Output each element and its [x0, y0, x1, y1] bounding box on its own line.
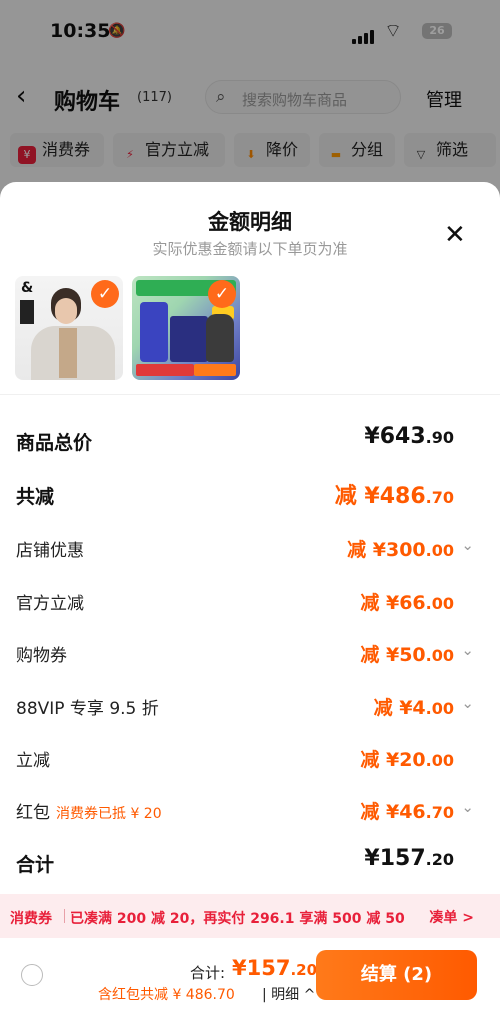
total-value: ¥157.20 — [232, 956, 317, 980]
row-label-text: 红包 — [16, 803, 50, 823]
row-label: 88VIP 专享 9.5 折 — [16, 699, 159, 719]
amount-dec: .00 — [425, 646, 454, 665]
row-amount: ¥643.90 — [364, 424, 454, 449]
sheet-subtitle: 实际优惠金额请以下单页为准 — [152, 240, 348, 258]
brand-logo: & — [21, 280, 34, 296]
product-image-shirt — [59, 328, 77, 378]
amount-dec: .70 — [425, 488, 454, 507]
row-amount: 减 ¥50.00 — [360, 640, 454, 667]
savings-text: 含红包共减 ¥ 486.70 — [98, 987, 235, 1003]
close-icon[interactable]: ✕ — [444, 222, 466, 248]
row-amount: 减 ¥66.00 — [360, 588, 454, 615]
product-can-graphic — [140, 302, 168, 362]
row-label: 店铺优惠 — [16, 541, 84, 561]
row-label: 共减 — [16, 486, 55, 508]
selected-check-icon: ✓ — [208, 280, 236, 308]
sheet-title: 金额明细 — [208, 210, 292, 234]
row-shopping-coupon[interactable]: 购物券 减 ¥50.00 ⌄ — [0, 633, 500, 673]
amount-dec: .70 — [425, 803, 454, 822]
coupon-promo-bar[interactable]: 消费券 已凑满 200 减 20，再实付 296.1 享满 500 减 50 凑… — [0, 894, 500, 938]
chevron-down-icon[interactable]: ⌄ — [461, 798, 474, 816]
total-dec: .20 — [290, 961, 318, 979]
row-subtotal: 商品总价 ¥643.90 — [0, 422, 500, 462]
amount-int: 减 ¥50 — [360, 644, 426, 666]
price-detail-sheet: 金额明细 实际优惠金额请以下单页为准 ✕ & ✓ ✓ 商品总价 ¥643.90 … — [0, 182, 500, 1011]
row-store-discount[interactable]: 店铺优惠 减 ¥300.00 ⌄ — [0, 528, 500, 568]
product-box-graphic — [170, 316, 208, 362]
promo-separator — [64, 909, 65, 923]
amount-int: 减 ¥46 — [360, 801, 426, 823]
total-int: ¥157 — [232, 956, 291, 980]
row-grand-total: 合计 ¥157.20 — [0, 844, 500, 884]
row-label: 红包 消费券已抵 ¥ 20 — [16, 798, 162, 823]
row-amount: 减 ¥46.70 — [360, 797, 454, 824]
amount-dec: .90 — [425, 428, 454, 447]
amount-dec: .00 — [425, 594, 454, 613]
row-official-discount: 官方立减 减 ¥66.00 — [0, 581, 500, 621]
row-note: 消费券已抵 ¥ 20 — [56, 806, 162, 822]
row-red-packet[interactable]: 红包 消费券已抵 ¥ 20 减 ¥46.70 ⌄ — [0, 790, 500, 830]
amount-int: 减 ¥4 — [373, 697, 426, 719]
row-label: 立减 — [16, 751, 50, 771]
product-thumbnail-jacket[interactable]: & ✓ — [15, 276, 123, 380]
promo-text: 已凑满 200 减 20，再实付 296.1 享满 500 减 50 — [70, 911, 405, 927]
row-label: 官方立减 — [16, 594, 84, 614]
total-label: 合计: — [190, 964, 226, 982]
chevron-down-icon[interactable]: ⌄ — [461, 536, 474, 554]
amount-int: 减 ¥300 — [347, 539, 426, 561]
row-amount: ¥157.20 — [364, 846, 454, 871]
row-amount: 减 ¥486.70 — [335, 478, 454, 510]
checkout-button[interactable]: 结算 (2) — [316, 950, 477, 1000]
row-instant-discount: 立减 减 ¥20.00 — [0, 738, 500, 778]
amount-int: 减 ¥486 — [334, 484, 426, 509]
guarantee-strip-graphic — [194, 364, 236, 376]
chevron-down-icon[interactable]: ⌄ — [461, 694, 474, 712]
chevron-down-icon[interactable]: ⌄ — [461, 641, 474, 659]
product-thumbnail-drink[interactable]: ✓ — [132, 276, 240, 380]
detail-toggle[interactable]: | 明细 ^ — [262, 984, 315, 1004]
checkout-footer: 合计: ¥157.20 含红包共减 ¥ 486.70 | 明细 ^ 结算 (2) — [0, 938, 500, 1011]
amount-int: ¥643 — [364, 424, 426, 449]
row-label: 购物券 — [16, 646, 67, 666]
amount-dec: .00 — [425, 541, 454, 560]
select-all-radio[interactable] — [21, 964, 43, 986]
amount-dec: .20 — [425, 850, 454, 869]
row-label: 商品总价 — [16, 432, 93, 454]
row-total-discount: 共减 减 ¥486.70 — [0, 476, 500, 516]
amount-dec: .00 — [425, 699, 454, 718]
amount-int: ¥157 — [364, 846, 426, 871]
promo-tag: 消费券 — [10, 911, 52, 927]
row-amount: 减 ¥4.00 — [374, 693, 454, 720]
product-image-face — [55, 298, 77, 324]
row-88vip[interactable]: 88VIP 专享 9.5 折 减 ¥4.00 ⌄ — [0, 686, 500, 726]
add-items-link[interactable]: 凑单 > — [429, 907, 474, 927]
row-amount: 减 ¥20.00 — [360, 745, 454, 772]
selected-check-icon: ✓ — [91, 280, 119, 308]
price-tag-graphic — [20, 300, 34, 324]
row-amount: 减 ¥300.00 — [347, 535, 454, 562]
amount-dec: .00 — [425, 751, 454, 770]
amount-int: 减 ¥20 — [360, 749, 426, 771]
tmall-cat-graphic — [206, 314, 234, 362]
row-label: 合计 — [16, 854, 55, 876]
divider — [0, 394, 500, 395]
promo-strip-graphic — [136, 364, 194, 376]
amount-int: 减 ¥66 — [360, 592, 426, 614]
